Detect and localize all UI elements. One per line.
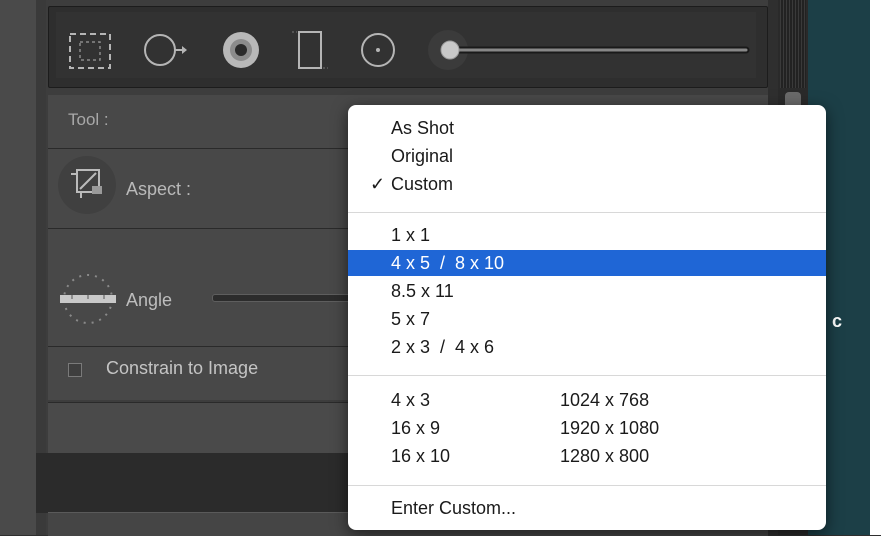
scrollbar-grip [780,0,806,88]
left-background [0,0,36,535]
menu-item-4x5-8x10[interactable]: 4 x 5 / 8 x 10 [348,250,826,276]
constrain-label[interactable]: Constrain to Image [106,358,258,379]
menu-item-custom[interactable]: ✓ Custom [348,171,826,197]
menu-item-label: 4 x 5 / 8 x 10 [391,253,505,273]
menu-item-as-shot[interactable]: As Shot [348,115,826,141]
spot-removal-icon[interactable] [142,28,188,72]
menu-item-label: Custom [391,174,454,194]
aspect-dropdown-menu: As Shot Original ✓ Custom 1 x 1 4 x 5 / … [348,105,826,530]
menu-item-label: As Shot [391,118,455,138]
menu-item-ratio: 16 x 9 [391,418,441,438]
aspect-label: Aspect : [126,179,192,199]
menu-item-2x3-4x6[interactable]: 2 x 3 / 4 x 6 [348,334,826,360]
menu-item-resolution: 1920 x 1080 [560,418,660,438]
aspect-lock-button[interactable] [58,156,116,214]
angle-label: Angle [126,290,173,310]
tool-label: Tool : [68,110,109,129]
menu-separator [348,485,826,486]
menu-item-4x3[interactable]: 4 x 3 1024 x 768 [348,387,826,413]
crop-lock-icon [71,169,102,198]
red-eye-icon[interactable] [218,28,264,72]
straighten-tool-icon[interactable] [56,268,120,330]
menu-separator [348,212,826,213]
menu-item-original[interactable]: Original [348,143,826,169]
menu-item-1x1[interactable]: 1 x 1 [348,222,826,248]
background-text: c [832,311,843,331]
adjustment-brush-icon[interactable] [424,28,754,72]
graduated-filter-icon[interactable] [288,26,332,74]
menu-item-16x10[interactable]: 16 x 10 1280 x 800 [348,443,826,469]
menu-item-label: Enter Custom... [391,498,517,518]
menu-item-enter-custom[interactable]: Enter Custom... [348,495,826,521]
menu-item-ratio: 16 x 10 [391,446,451,466]
menu-item-label: Original [391,146,454,166]
crop-overlay-icon[interactable] [66,30,114,72]
constrain-checkbox[interactable] [68,363,82,377]
angle-slider[interactable] [212,294,354,302]
menu-item-label: 2 x 3 / 4 x 6 [391,337,495,357]
menu-item-label: 5 x 7 [391,309,431,329]
menu-item-resolution: 1024 x 768 [560,390,650,410]
menu-item-5x7[interactable]: 5 x 7 [348,306,826,332]
background-window-edge [870,0,881,535]
menu-item-label: 8.5 x 11 [391,281,454,301]
menu-item-ratio: 4 x 3 [391,390,431,410]
menu-item-16x9[interactable]: 16 x 9 1920 x 1080 [348,415,826,441]
menu-item-8-5x11[interactable]: 8.5 x 11 [348,278,826,304]
menu-item-resolution: 1280 x 800 [560,446,650,466]
radial-filter-icon[interactable] [356,28,400,72]
menu-separator [348,375,826,376]
menu-item-label: 1 x 1 [391,225,431,245]
checkmark-icon: ✓ [370,174,386,194]
